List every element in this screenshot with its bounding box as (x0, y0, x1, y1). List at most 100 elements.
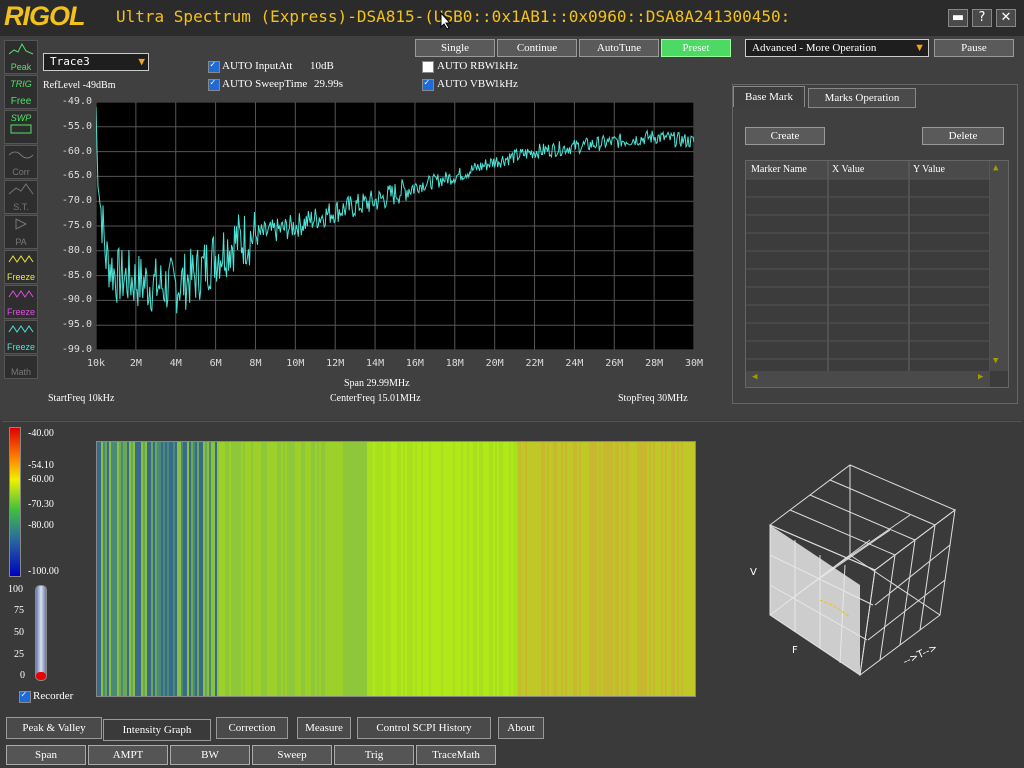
tracemath-button[interactable]: TraceMath (416, 745, 496, 765)
spectrogram-column (417, 442, 419, 696)
scroll-left-icon[interactable]: ◀ (752, 372, 757, 382)
spectrogram-column (273, 442, 275, 696)
spectrogram-column (485, 442, 487, 696)
spectrogram-column (513, 442, 515, 696)
math-button[interactable]: Math (4, 355, 38, 379)
minimize-button[interactable]: ▬ (948, 9, 968, 27)
spectrogram-column (647, 442, 649, 696)
spectrogram-column (465, 442, 467, 696)
scroll-down-icon[interactable]: ▼ (993, 356, 998, 366)
spectrogram-column (653, 442, 655, 696)
spectrogram-column (531, 442, 533, 696)
pa-button[interactable]: PA (4, 215, 38, 249)
spectrogram-column (553, 442, 555, 696)
auto-rbw-checkbox[interactable] (422, 61, 434, 73)
spectrum-plot[interactable] (95, 101, 695, 351)
tab-correction[interactable]: Correction (216, 717, 288, 739)
sweeptime-value: 29.99s (314, 78, 344, 90)
spectrogram-column (271, 442, 273, 696)
waterfall-3d-view[interactable]: V F -->T--> (740, 455, 980, 685)
spectrogram-column (615, 442, 617, 696)
spectrogram-column (389, 442, 391, 696)
spectrogram-column (681, 442, 683, 696)
spectrogram-column (257, 442, 259, 696)
spectrogram-column (211, 442, 213, 696)
x-tick-label: 10M (286, 358, 305, 369)
create-marker-button[interactable]: Create (745, 127, 825, 145)
freeze-yellow-button[interactable]: Freeze (4, 250, 38, 284)
marker-table[interactable]: Marker Name X Value Y Value ▲ ▼ ◀ ▶ (745, 160, 1009, 388)
peak-button[interactable]: Peak (4, 40, 38, 74)
scale-label-0: -40.00 (28, 428, 54, 439)
trig-free-button[interactable]: TRIG Free (4, 75, 38, 109)
spectrogram-column (469, 442, 471, 696)
spectrogram-column (335, 442, 337, 696)
spectrogram-column (585, 442, 587, 696)
scale-label-1: -54.10 (28, 460, 54, 471)
auto-vbw-checkbox[interactable] (422, 78, 434, 91)
trace-select[interactable]: Trace3 ▼ (43, 53, 149, 71)
spectrogram-column (481, 442, 483, 696)
spectrogram-column (187, 442, 189, 696)
continue-button[interactable]: Continue (497, 39, 577, 57)
sweep-menu-button[interactable]: Sweep (252, 745, 332, 765)
spectrogram[interactable] (96, 441, 696, 697)
scroll-up-icon[interactable]: ▲ (993, 163, 998, 173)
stop-freq-label: StopFreq 30MHz (618, 393, 688, 404)
spectrogram-column (655, 442, 657, 696)
spectrogram-column (175, 442, 177, 696)
st-button[interactable]: S.T. (4, 180, 38, 214)
spectrogram-column (629, 442, 631, 696)
tab-about[interactable]: About (498, 717, 544, 739)
spectrogram-column (101, 442, 103, 696)
ampt-button[interactable]: AMPT (88, 745, 168, 765)
spectrogram-column (215, 442, 217, 696)
pause-button[interactable]: Pause (934, 39, 1014, 57)
tab-base-mark[interactable]: Base Mark (733, 86, 805, 107)
x-tick-label: 4M (169, 358, 182, 369)
tab-measure[interactable]: Measure (297, 717, 351, 739)
span-button[interactable]: Span (6, 745, 86, 765)
color-scale-bar (9, 427, 21, 577)
spectrogram-column (385, 442, 387, 696)
close-button[interactable]: ✕ (996, 9, 1016, 27)
trace-line (95, 107, 695, 314)
preset-button[interactable]: Preset (661, 39, 731, 57)
scale-label-3: -70.30 (28, 499, 54, 510)
autotune-button[interactable]: AutoTune (579, 39, 659, 57)
delete-marker-button[interactable]: Delete (922, 127, 1004, 145)
recorder-tick-0: 0 (20, 670, 25, 681)
spectrogram-column (227, 442, 229, 696)
freeze-cyan-button[interactable]: Freeze (4, 320, 38, 354)
spectrogram-column (579, 442, 581, 696)
spectrogram-column (109, 442, 111, 696)
spectrogram-column (577, 442, 579, 696)
tab-intensity-graph[interactable]: Intensity Graph (103, 719, 211, 741)
x-tick-label: 8M (249, 358, 262, 369)
tab-peak-valley[interactable]: Peak & Valley (6, 717, 102, 739)
spectrogram-column (405, 442, 407, 696)
trig-label: TRIG (10, 79, 32, 89)
spectrogram-column (515, 442, 517, 696)
mode-select[interactable]: Advanced - More Operation ▼ (745, 39, 929, 57)
help-button[interactable]: ? (972, 9, 992, 27)
tab-marks-operation[interactable]: Marks Operation (808, 88, 916, 108)
spectrogram-column (557, 442, 559, 696)
trig-button[interactable]: Trig (334, 745, 414, 765)
auto-inputatt-checkbox[interactable] (208, 60, 220, 73)
tab-scpi-history[interactable]: Control SCPI History (357, 717, 491, 739)
recorder-gauge[interactable] (35, 585, 47, 681)
spectrogram-column (289, 442, 291, 696)
mouse-cursor-icon (440, 12, 452, 30)
freeze-magenta-button[interactable]: Freeze (4, 285, 38, 319)
spectrogram-column (505, 442, 507, 696)
spectrogram-column (331, 442, 333, 696)
recorder-checkbox[interactable] (19, 690, 31, 703)
corr-button[interactable]: Corr (4, 145, 38, 179)
scroll-right-icon[interactable]: ▶ (978, 372, 983, 382)
spectrogram-column (619, 442, 621, 696)
auto-sweeptime-checkbox[interactable] (208, 78, 220, 91)
bw-button[interactable]: BW (170, 745, 250, 765)
single-button[interactable]: Single (415, 39, 495, 57)
sweep-button[interactable]: SWP (4, 110, 38, 144)
